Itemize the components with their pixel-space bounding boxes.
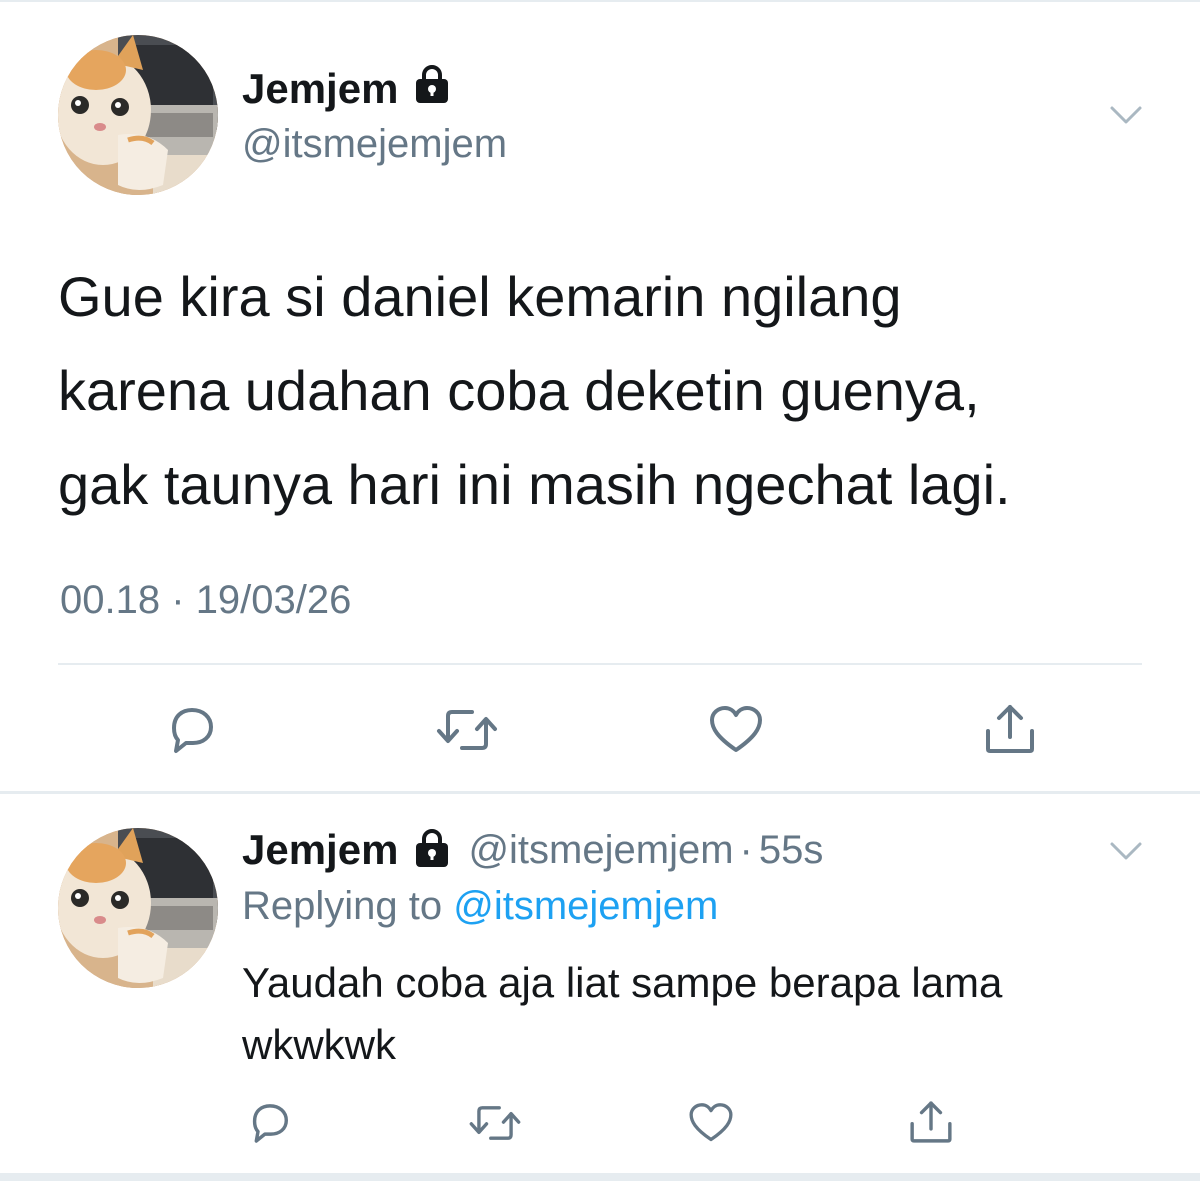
tweet-text: Yaudah coba aja liat sampe berapa lama w… [242,952,1142,1076]
bottom-divider [0,1173,1200,1181]
lock-icon [412,828,452,873]
reply-icon [252,1104,288,1143]
tweet-text: Gue kira si daniel kemarin ngilang karen… [58,250,1158,532]
chevron-down-icon[interactable] [1106,100,1146,135]
avatar[interactable] [58,35,218,195]
share-icon [910,1101,952,1143]
divider [58,663,1142,665]
like-button[interactable] [706,702,766,758]
like-button[interactable] [686,1098,736,1148]
tweet-text-line: karena udahan coba deketin guenya, [58,359,980,422]
share-button[interactable] [980,700,1040,758]
meta-separator: · [171,578,185,622]
share-icon [986,705,1034,753]
cat-at-laptop-avatar [58,828,218,988]
reply-button[interactable] [160,702,224,758]
display-name[interactable]: Jemjem [242,64,452,114]
lock-icon [412,64,452,114]
share-button[interactable] [906,1096,956,1148]
replying-to: Replying to @itsmejemjem [242,884,718,929]
replying-prefix: Replying to [242,884,443,928]
retweet-icon [469,1106,521,1140]
tweet-time[interactable]: 00.18 [60,578,160,622]
cat-at-laptop-avatar [58,35,218,195]
tweet-time-ago[interactable]: 55s [759,828,824,873]
tweet-text-line: Yaudah coba aja liat sampe berapa lama [242,959,1003,1006]
handle[interactable]: @itsmejemjem [242,122,507,167]
retweet-button[interactable] [432,702,502,758]
reply-button[interactable] [244,1098,296,1148]
heart-icon [710,706,762,752]
tweet-text-line: gak taunya hari ini masih ngechat lagi. [58,453,1011,516]
tweet-text-line: Gue kira si daniel kemarin ngilang [58,265,902,328]
heart-icon [689,1103,733,1142]
handle[interactable]: @itsmejemjem [468,828,733,873]
top-border [0,0,1200,2]
tweet-text-line: wkwkwk [242,1021,396,1068]
reply-header: Jemjem @itsmejemjem · 55s [242,824,823,876]
retweet-icon [437,710,497,750]
display-name[interactable]: Jemjem [242,826,398,874]
meta-separator: · [739,827,753,872]
section-divider [0,791,1200,794]
mention-link[interactable]: @itsmejemjem [453,884,718,928]
tweet-date[interactable]: 19/03/26 [196,578,352,622]
chevron-down-icon[interactable] [1106,836,1146,871]
avatar[interactable] [58,828,218,988]
retweet-button[interactable] [466,1098,524,1148]
display-name-text[interactable]: Jemjem [242,65,398,113]
reply-icon [172,708,213,753]
tweet-timestamp[interactable]: 00.18 · 19/03/26 [60,578,351,623]
